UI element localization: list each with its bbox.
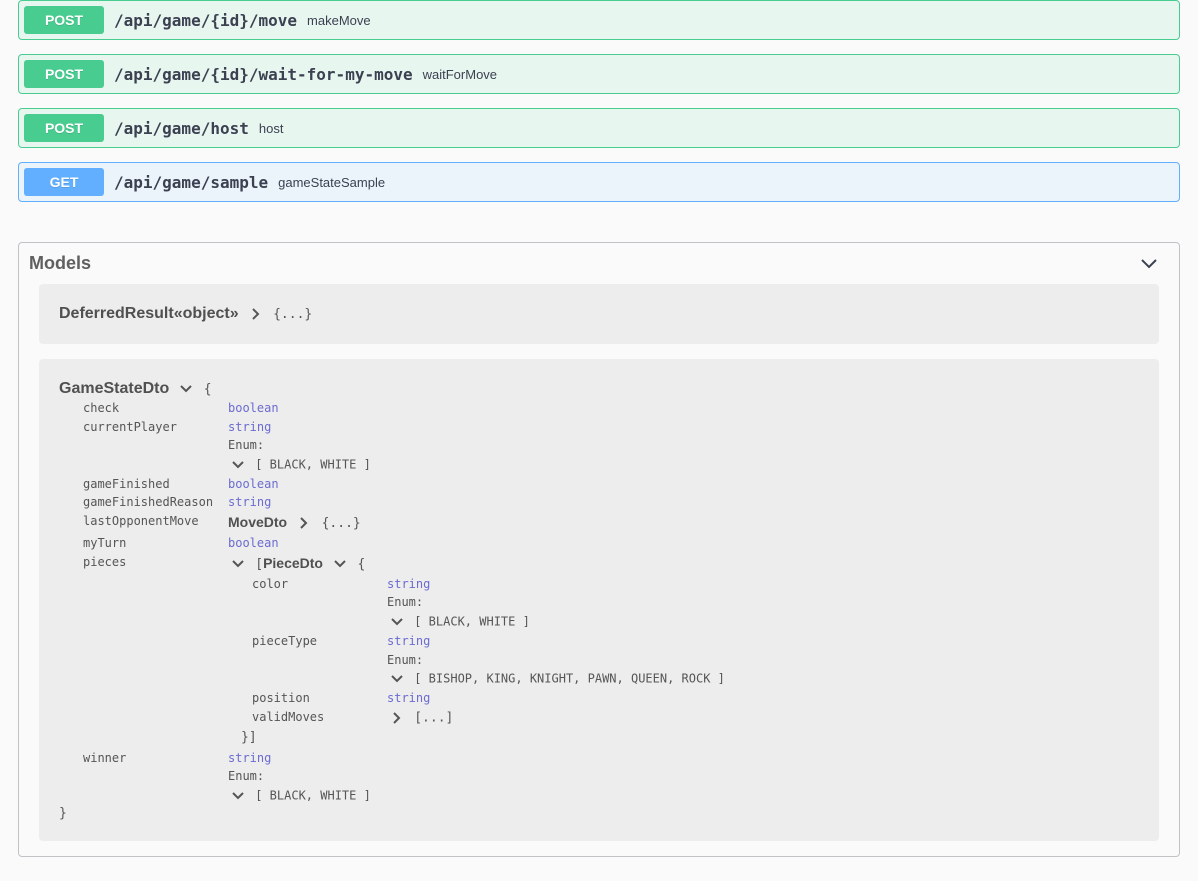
enum-values: [ BLACK, WHITE ] bbox=[255, 457, 371, 471]
prop-type: boolean bbox=[228, 401, 279, 415]
table-row: pieces [PieceDto { bbox=[83, 553, 739, 749]
enum-values: [ BLACK, WHITE ] bbox=[255, 788, 371, 802]
method-badge: POST bbox=[24, 6, 104, 34]
enum-label: Enum: bbox=[387, 653, 423, 667]
brace-open: { bbox=[204, 382, 212, 397]
prop-name: gameFinishedReason bbox=[83, 493, 228, 512]
prop-name: position bbox=[252, 689, 387, 708]
endpoint-summary: host bbox=[259, 121, 284, 136]
chevron-down-icon[interactable] bbox=[228, 554, 248, 574]
chevron-right-icon[interactable] bbox=[294, 513, 314, 533]
endpoint-path: /api/game/host bbox=[104, 119, 259, 138]
brace-close: }] bbox=[228, 730, 257, 745]
prop-name: currentPlayer bbox=[83, 418, 228, 475]
enum-label: Enum: bbox=[228, 769, 264, 783]
model-name: DeferredResult«object» bbox=[59, 305, 239, 322]
table-row: currentPlayer string Enum: [ BLACK, WHIT… bbox=[83, 418, 739, 475]
chevron-right-icon[interactable] bbox=[387, 708, 407, 728]
model-name: GameStateDto bbox=[59, 380, 169, 397]
model-properties-table: color string Enum: [ BLACK, WHITE ] bbox=[252, 575, 732, 729]
chevron-down-icon[interactable] bbox=[387, 669, 407, 689]
prop-type: boolean bbox=[228, 536, 279, 550]
table-row: gameFinishedReason string bbox=[83, 493, 739, 512]
collapsed-preview: {...} bbox=[322, 516, 361, 531]
table-row: myTurn boolean bbox=[83, 534, 739, 553]
prop-name: gameFinished bbox=[83, 475, 228, 494]
chevron-right-icon[interactable] bbox=[246, 304, 266, 324]
table-row: winner string Enum: [ BLACK, WHITE ] bbox=[83, 749, 739, 806]
endpoint-summary: waitForMove bbox=[423, 67, 497, 82]
endpoint-summary: makeMove bbox=[307, 13, 371, 28]
prop-name: pieceType bbox=[252, 632, 387, 689]
prop-name: validMoves bbox=[252, 708, 387, 729]
prop-name: myTurn bbox=[83, 534, 228, 553]
prop-name: check bbox=[83, 399, 228, 418]
prop-type: boolean bbox=[228, 477, 279, 491]
model-properties-table: check boolean currentPlayer string Enum:… bbox=[83, 399, 739, 806]
prop-type: string bbox=[228, 751, 271, 765]
table-row: color string Enum: [ BLACK, WHITE ] bbox=[252, 575, 732, 632]
models-section: Models DeferredResult«object» {...} Game… bbox=[18, 242, 1180, 857]
model-box-deferred[interactable]: DeferredResult«object» {...} bbox=[39, 284, 1159, 344]
table-row: validMoves [...] bbox=[252, 708, 732, 729]
endpoint-row[interactable]: GET /api/game/sample gameStateSample bbox=[18, 162, 1180, 202]
chevron-down-icon[interactable] bbox=[228, 455, 248, 475]
enum-label: Enum: bbox=[387, 595, 423, 609]
models-header[interactable]: Models bbox=[19, 243, 1179, 284]
enum-values: [ BISHOP, KING, KNIGHT, PAWN, QUEEN, ROC… bbox=[414, 672, 725, 686]
collapsed-preview: {...} bbox=[273, 307, 312, 322]
prop-name: lastOpponentMove bbox=[83, 512, 228, 534]
prop-name: color bbox=[252, 575, 387, 632]
prop-name: winner bbox=[83, 749, 228, 806]
prop-type: string bbox=[387, 691, 430, 705]
method-badge: POST bbox=[24, 114, 104, 142]
model-box-gamestate: GameStateDto { check boolean currentPlay… bbox=[39, 359, 1159, 841]
table-row: pieceType string Enum: [ BISHOP, KING, K… bbox=[252, 632, 732, 689]
array-open: [ bbox=[255, 557, 263, 572]
collapsed-preview: [...] bbox=[414, 710, 453, 725]
brace-open: { bbox=[357, 557, 365, 572]
endpoint-row[interactable]: POST /api/game/{id}/wait-for-my-move wai… bbox=[18, 54, 1180, 94]
prop-type: string bbox=[387, 634, 430, 648]
prop-type: string bbox=[228, 420, 271, 434]
table-row: lastOpponentMove MoveDto {...} bbox=[83, 512, 739, 534]
endpoint-path: /api/game/{id}/wait-for-my-move bbox=[104, 65, 423, 84]
prop-type: string bbox=[387, 577, 430, 591]
endpoint-row[interactable]: POST /api/game/host host bbox=[18, 108, 1180, 148]
endpoint-row[interactable]: POST /api/game/{id}/move makeMove bbox=[18, 0, 1180, 40]
enum-values: [ BLACK, WHITE ] bbox=[414, 615, 530, 629]
chevron-down-icon[interactable] bbox=[330, 554, 350, 574]
chevron-down-icon bbox=[1139, 254, 1159, 274]
enum-label: Enum: bbox=[228, 438, 264, 452]
chevron-down-icon[interactable] bbox=[228, 786, 248, 806]
chevron-down-icon[interactable] bbox=[387, 612, 407, 632]
prop-name: pieces bbox=[83, 553, 228, 749]
endpoint-path: /api/game/{id}/move bbox=[104, 11, 307, 30]
chevron-down-icon[interactable] bbox=[176, 379, 196, 399]
method-badge: GET bbox=[24, 168, 104, 196]
table-row: check boolean bbox=[83, 399, 739, 418]
table-row: gameFinished boolean bbox=[83, 475, 739, 494]
brace-close: } bbox=[59, 806, 67, 821]
prop-type: string bbox=[228, 495, 271, 509]
table-row: position string bbox=[252, 689, 732, 708]
endpoint-path: /api/game/sample bbox=[104, 173, 278, 192]
model-ref: PieceDto bbox=[263, 555, 323, 571]
models-title: Models bbox=[29, 253, 91, 274]
endpoint-summary: gameStateSample bbox=[278, 175, 385, 190]
method-badge: POST bbox=[24, 60, 104, 88]
model-ref: MoveDto bbox=[228, 514, 287, 530]
